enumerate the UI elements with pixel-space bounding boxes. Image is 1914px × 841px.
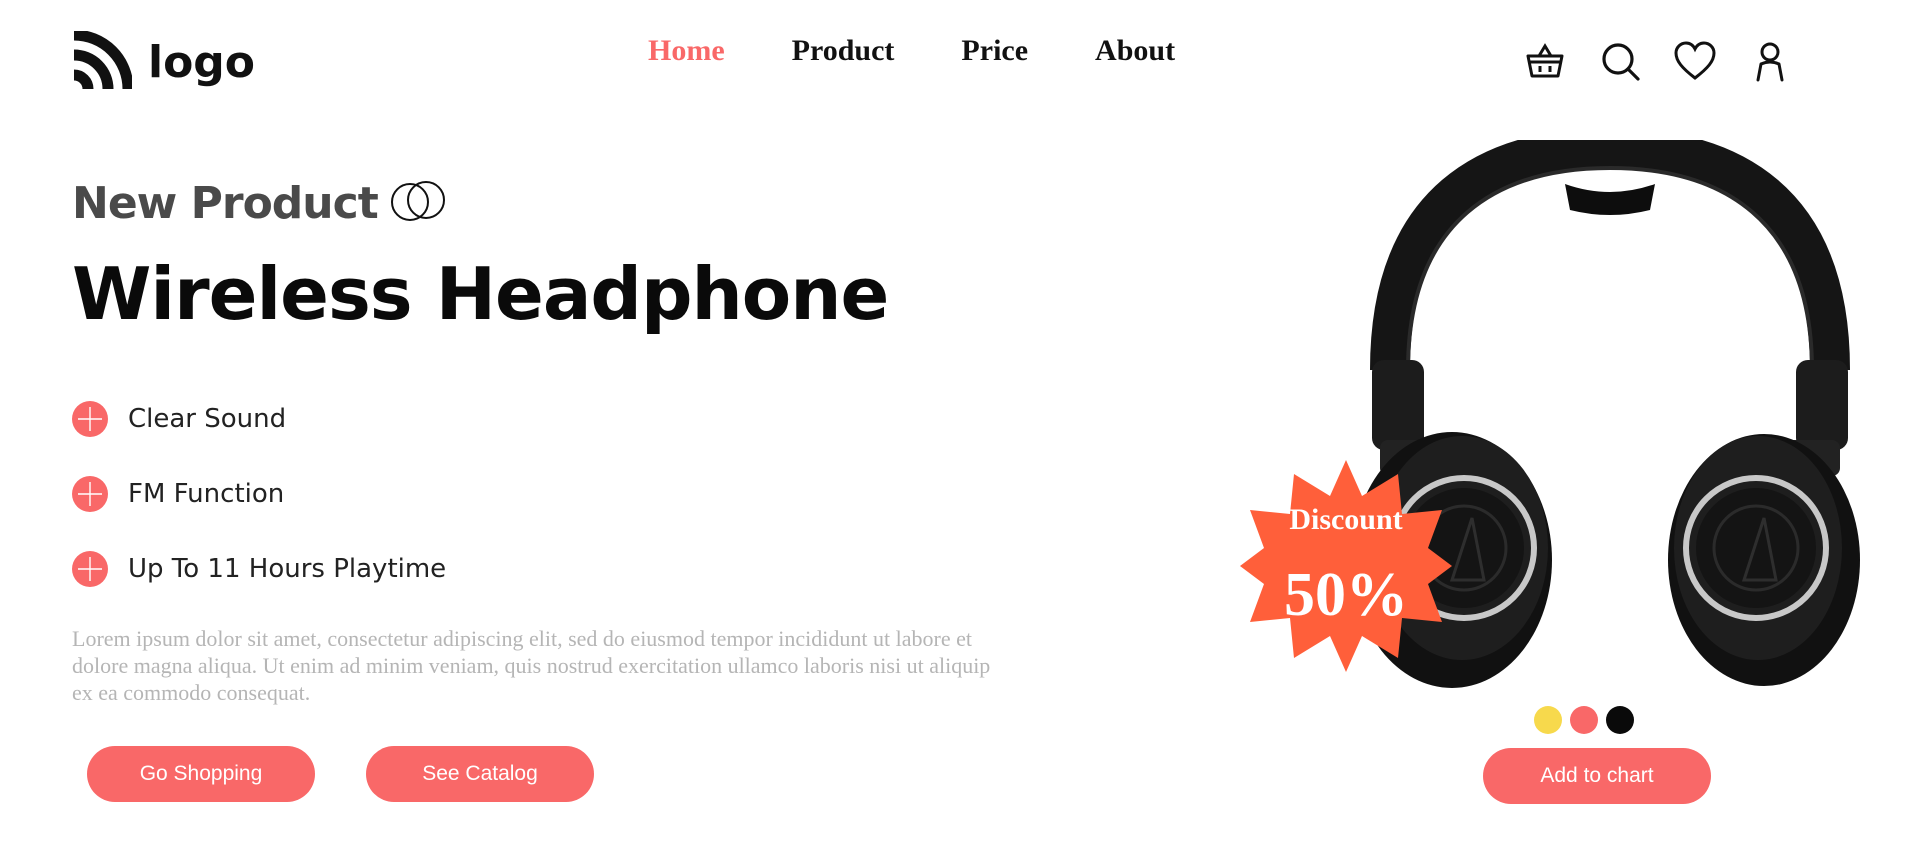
main-nav: Home Product Price About [648, 34, 1175, 68]
nav-home[interactable]: Home [648, 34, 725, 68]
add-to-cart-button[interactable]: Add to chart [1483, 748, 1711, 804]
plus-circle-icon [72, 551, 108, 587]
feature-label: Clear Sound [128, 404, 287, 434]
discount-label: Discount [1289, 503, 1403, 536]
nav-product[interactable]: Product [792, 34, 895, 68]
page-title: Wireless Headphone [72, 252, 889, 336]
nav-about[interactable]: About [1095, 34, 1175, 68]
eyebrow-text: New Product [72, 178, 379, 229]
color-swatch-black[interactable] [1606, 706, 1634, 734]
landing-page: logo Home Product Price About New Produc… [0, 0, 1914, 841]
list-item: FM Function [72, 476, 446, 512]
feature-label: FM Function [128, 479, 285, 509]
header-actions [1524, 40, 1791, 82]
new-product-label: New Product [72, 178, 448, 229]
basket-icon[interactable] [1524, 40, 1566, 82]
logo-text: logo [148, 36, 256, 88]
interlocking-rings-icon [388, 180, 448, 224]
wifi-waves-logo-icon [70, 29, 134, 93]
color-swatch-yellow[interactable] [1534, 706, 1562, 734]
go-shopping-button[interactable]: Go Shopping [87, 746, 315, 802]
heart-icon[interactable] [1674, 40, 1716, 82]
list-item: Clear Sound [72, 401, 446, 437]
discount-value: 50% [1284, 561, 1408, 629]
discount-badge: Discount 50% [1238, 458, 1454, 674]
see-catalog-button[interactable]: See Catalog [366, 746, 594, 802]
feature-list: Clear Sound FM Function Up To 11 Hours P… [72, 401, 446, 626]
color-swatch-coral[interactable] [1570, 706, 1598, 734]
user-icon[interactable] [1749, 40, 1791, 82]
logo[interactable]: logo [70, 29, 256, 93]
plus-circle-icon [72, 401, 108, 437]
list-item: Up To 11 Hours Playtime [72, 551, 446, 587]
nav-price[interactable]: Price [961, 34, 1028, 68]
search-icon[interactable] [1599, 40, 1641, 82]
product-description: Lorem ipsum dolor sit amet, consectetur … [72, 626, 991, 705]
feature-label: Up To 11 Hours Playtime [128, 554, 447, 584]
color-options [1534, 706, 1634, 734]
plus-circle-icon [72, 476, 108, 512]
